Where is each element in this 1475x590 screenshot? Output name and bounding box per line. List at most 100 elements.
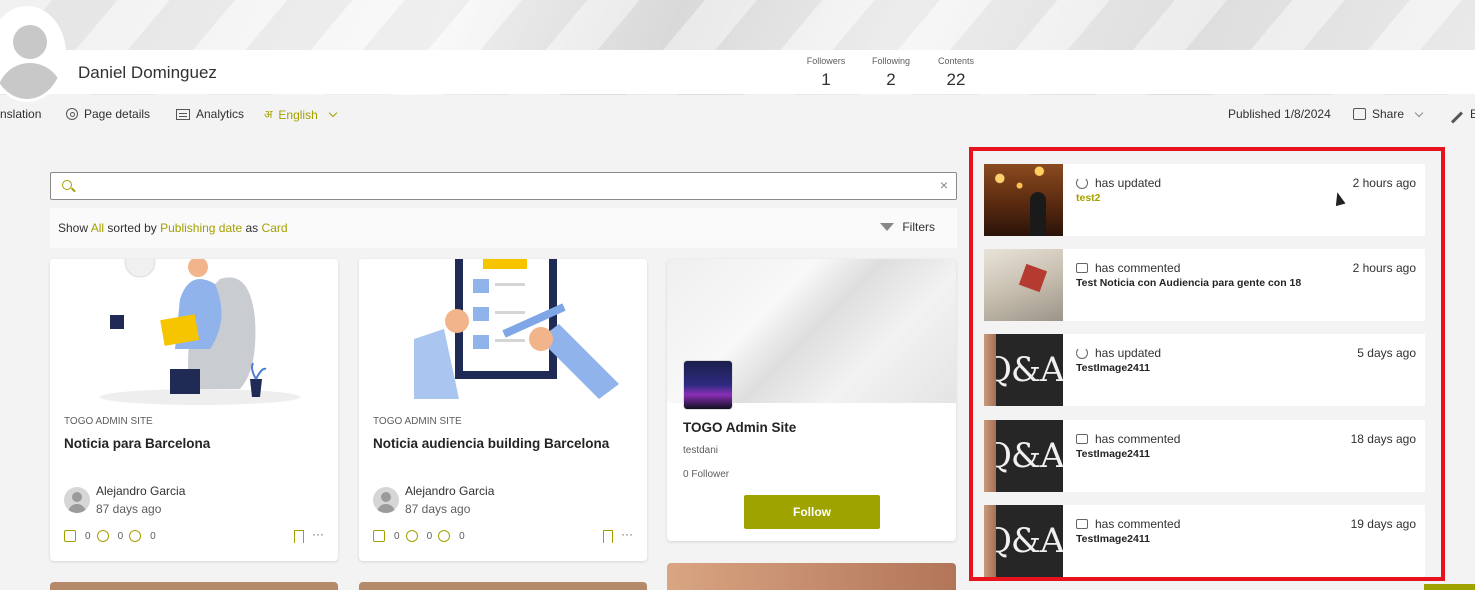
filter-type-link[interactable]: All xyxy=(91,221,104,235)
site-title[interactable]: TOGO Admin Site xyxy=(683,420,796,435)
comment-icon[interactable] xyxy=(405,530,418,542)
share-label: Share xyxy=(1372,107,1405,121)
card-illustration xyxy=(359,259,647,405)
more-options-icon[interactable]: ··· xyxy=(312,527,324,541)
activity-time: 19 days ago xyxy=(1350,517,1416,531)
activity-time: 5 days ago xyxy=(1357,346,1416,360)
activity-target[interactable]: Test Noticia con Audiencia para gente co… xyxy=(1076,277,1301,289)
card-age: 87 days ago xyxy=(405,502,471,516)
chevron-down-icon xyxy=(328,108,338,118)
activity-item[interactable]: has updated test2 2 hours ago xyxy=(984,164,1425,236)
activity-item[interactable]: Q&A has updated TestImage2411 5 days ago xyxy=(984,334,1425,406)
search-input[interactable] xyxy=(81,177,931,195)
view-count: 0 xyxy=(150,530,156,542)
analytics-label: Analytics xyxy=(196,107,245,121)
stat-label: Contents xyxy=(937,56,975,66)
gear-icon xyxy=(66,108,78,120)
content-card[interactable]: TOGO ADMIN SITE Noticia audiencia buildi… xyxy=(359,259,647,561)
share-button[interactable]: Share xyxy=(1353,107,1424,121)
activity-thumbnail: Q&A xyxy=(984,334,1063,406)
filters-label: Filters xyxy=(902,220,935,234)
activity-item[interactable]: Q&A has commented TestImage2411 18 days … xyxy=(984,420,1425,492)
activity-time: 2 hours ago xyxy=(1352,261,1416,275)
activity-feed: has updated test2 2 hours ago has commen… xyxy=(969,147,1445,581)
like-icon[interactable] xyxy=(64,530,76,542)
activity-thumbnail: Q&A xyxy=(984,505,1063,577)
activity-item[interactable]: has commented Test Noticia con Audiencia… xyxy=(984,249,1425,321)
page-details-button[interactable]: Page details xyxy=(66,107,150,121)
stat-label: Following xyxy=(871,56,911,66)
edit-button[interactable]: E xyxy=(1450,107,1475,124)
activity-verb: has commented xyxy=(1076,517,1180,531)
next-card-preview xyxy=(667,563,956,590)
activity-verb-label: has updated xyxy=(1095,176,1162,190)
card-site: TOGO ADMIN SITE xyxy=(373,416,462,427)
page-toolbar: nslation Page details Analytics अ Englis… xyxy=(0,100,1475,128)
next-card-preview xyxy=(359,582,647,590)
author-avatar xyxy=(373,487,399,513)
activity-verb-label: has commented xyxy=(1095,517,1181,531)
profile-name: Daniel Dominguez xyxy=(78,63,217,82)
comment-count: 0 xyxy=(117,530,124,542)
analytics-button[interactable]: Analytics xyxy=(176,107,244,121)
card-title[interactable]: Noticia audiencia building Barcelona xyxy=(373,436,609,451)
like-icon[interactable] xyxy=(373,530,385,542)
card-author[interactable]: Alejandro Garcia xyxy=(405,484,494,498)
activity-verb: has commented xyxy=(1076,261,1180,275)
stat-contents[interactable]: Contents 22 xyxy=(926,56,986,90)
activity-verb-label: has commented xyxy=(1095,432,1181,446)
site-logo xyxy=(683,360,733,410)
activity-target[interactable]: TestImage2411 xyxy=(1076,448,1150,460)
content-search: × xyxy=(50,172,957,200)
card-author[interactable]: Alejandro Garcia xyxy=(96,484,185,498)
follower-count: 0 xyxy=(683,469,689,480)
pencil-icon xyxy=(1450,110,1464,124)
language-selector[interactable]: अ English xyxy=(264,107,338,122)
filter-show-label: Show xyxy=(58,221,89,235)
bookmark-icon[interactable] xyxy=(603,530,613,543)
comment-icon xyxy=(1076,263,1088,273)
share-icon xyxy=(1353,108,1366,120)
follow-button[interactable]: Follow xyxy=(744,495,880,529)
activity-verb-label: has commented xyxy=(1095,261,1181,275)
card-age: 87 days ago xyxy=(96,502,162,516)
views-icon xyxy=(129,530,142,542)
activity-item[interactable]: Q&A has commented TestImage2411 19 days … xyxy=(984,505,1425,577)
page-scroll-indicator[interactable] xyxy=(1424,584,1475,590)
sort-option-link[interactable]: Publishing date xyxy=(160,221,242,235)
activity-target[interactable]: TestImage2411 xyxy=(1076,533,1150,545)
stat-following[interactable]: Following 2 xyxy=(861,56,921,90)
card-title[interactable]: Noticia para Barcelona xyxy=(64,436,210,451)
activity-time: 2 hours ago xyxy=(1352,176,1416,190)
activity-verb-label: has updated xyxy=(1095,346,1162,360)
activity-verb: has updated xyxy=(1076,346,1161,360)
more-options-icon[interactable]: ··· xyxy=(621,527,633,541)
site-card[interactable]: TOGO Admin Site testdani 0 Follower Foll… xyxy=(667,259,956,541)
site-owner: testdani xyxy=(683,445,719,456)
like-count: 0 xyxy=(85,530,91,542)
stat-label: Followers xyxy=(806,56,846,66)
filter-bar: Show All sorted by Publishing date as Ca… xyxy=(50,208,957,248)
chevron-down-icon xyxy=(1414,108,1424,117)
bookmark-icon[interactable] xyxy=(294,530,304,543)
profile-header xyxy=(0,50,1475,94)
comment-icon[interactable] xyxy=(96,530,109,542)
site-followers: 0 Follower xyxy=(683,469,729,480)
qa-image-text: Q&A xyxy=(984,420,1063,492)
filter-summary: Show All sorted by Publishing date as Ca… xyxy=(58,221,288,235)
edit-label: E xyxy=(1470,107,1475,121)
activity-target[interactable]: TestImage2411 xyxy=(1076,362,1150,374)
comment-icon xyxy=(1076,434,1088,444)
activity-verb: has commented xyxy=(1076,432,1180,446)
stat-value: 1 xyxy=(821,70,831,89)
activity-target[interactable]: test2 xyxy=(1076,192,1101,204)
views-icon xyxy=(438,530,451,542)
filters-button[interactable]: Filters xyxy=(880,220,935,234)
clear-icon[interactable]: × xyxy=(940,177,948,193)
card-actions: 0 0 0 xyxy=(64,530,156,542)
translation-button[interactable]: nslation xyxy=(0,107,41,121)
like-count: 0 xyxy=(394,530,400,542)
content-card[interactable]: TOGO ADMIN SITE Noticia para Barcelona A… xyxy=(50,259,338,561)
stat-followers[interactable]: Followers 1 xyxy=(796,56,856,90)
view-option-link[interactable]: Card xyxy=(262,221,288,235)
